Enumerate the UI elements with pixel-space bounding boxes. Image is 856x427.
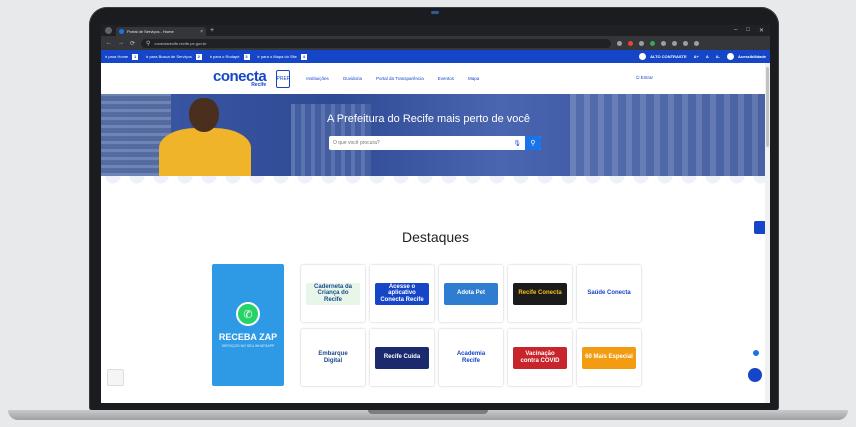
destaques-carousel: Caderneta da Criança do Recife Acesse o a… xyxy=(299,263,661,391)
tab-search-icon[interactable] xyxy=(105,27,112,34)
destaque-card-label: 60 Mais Especial xyxy=(582,346,636,369)
skip-link-sitemap[interactable]: ir para o Mapa do Site 4 xyxy=(258,53,307,60)
contrast-icon xyxy=(639,53,647,60)
login-link[interactable]: ⏻ Entrar xyxy=(636,75,653,80)
extension-icon[interactable] xyxy=(628,40,634,46)
font-increase-button[interactable]: A+ xyxy=(694,54,699,59)
menu-item-ouvidoria[interactable]: Ouvidoria xyxy=(343,76,362,81)
close-window-button[interactable]: ✕ xyxy=(759,27,764,34)
menu-item-eventos[interactable]: Eventos xyxy=(438,76,454,81)
main-menu: Instituições Ouvidoria Portal da Transpa… xyxy=(306,76,479,81)
destaque-card-label: Recife Conecta xyxy=(513,282,567,305)
tab-title: Portal de Serviços - Home xyxy=(127,29,174,34)
skip-link-home[interactable]: ir para Home 1 xyxy=(105,53,139,60)
extension-icon[interactable] xyxy=(617,40,623,46)
skip-link-footer[interactable]: ir para o Rodapé 3 xyxy=(210,53,250,60)
scene: Portal de Serviços - Home × + – □ ✕ ← → … xyxy=(0,0,856,427)
font-decrease-button[interactable]: A- xyxy=(716,54,720,59)
url-text: conectarecife.recife.pe.gov.br xyxy=(154,40,207,46)
accessibility-link[interactable]: Acessibilidade xyxy=(726,53,766,60)
reload-icon[interactable]: ⟳ xyxy=(130,40,135,47)
new-tab-icon[interactable]: + xyxy=(210,27,214,34)
destaque-card[interactable]: Adota Pet xyxy=(439,265,503,322)
destaque-card[interactable]: Caderneta da Criança do Recife xyxy=(301,265,365,322)
conecta-logo[interactable]: conecta Recife xyxy=(213,67,267,88)
destaque-card[interactable]: Vacinação contra COVID xyxy=(508,329,572,386)
extensions-area xyxy=(617,40,700,46)
search-input[interactable] xyxy=(329,137,510,149)
destaque-card[interactable]: Embarque Digital xyxy=(301,329,365,386)
site-info-icon[interactable]: ⚲ xyxy=(146,40,150,47)
destaque-card-label: Adota Pet xyxy=(444,282,498,305)
menu-item-instituicoes[interactable]: Instituições xyxy=(306,76,329,81)
destaque-card[interactable]: Recife Conecta xyxy=(508,265,572,322)
scrollbar-thumb[interactable] xyxy=(766,67,769,147)
contrast-toggle[interactable]: ALTO CONTRASTE xyxy=(639,53,687,60)
accessibility-bar: ir para Home 1 ir para Busca de Serviços 2… xyxy=(101,50,770,63)
logo-main: conecta xyxy=(213,67,267,85)
extension-icon[interactable] xyxy=(639,40,645,46)
forward-icon[interactable]: → xyxy=(118,40,124,46)
maximize-button[interactable]: □ xyxy=(746,27,750,34)
destaque-card-label: Acesse o aplicativo Conecta Recife xyxy=(375,282,429,305)
destaque-card-label: Vacinação contra COVID xyxy=(513,346,567,369)
receba-zap-card[interactable]: ✆ RECEBA ZAP SERVIÇOS NO SEU WHATSAPP xyxy=(212,264,284,386)
chat-float-button[interactable] xyxy=(751,348,761,358)
window-controls: – □ ✕ xyxy=(734,27,770,34)
skip-link-search[interactable]: ir para Busca de Serviços 2 xyxy=(146,53,202,60)
favicon-icon xyxy=(119,29,124,34)
destaque-card[interactable]: Recife Cuida xyxy=(370,329,434,386)
whatsapp-icon: ✆ xyxy=(236,302,260,326)
zap-title: RECEBA ZAP xyxy=(218,332,278,342)
font-reset-button[interactable]: A xyxy=(706,54,709,59)
destaque-card[interactable]: Academia Recife xyxy=(439,329,503,386)
wave-divider xyxy=(101,176,770,198)
destaque-card[interactable]: 60 Mais Especial xyxy=(577,329,641,386)
extension-icon[interactable] xyxy=(650,40,656,46)
destaque-card-label: Saúde Conecta xyxy=(582,282,636,305)
destaque-card[interactable]: Saúde Conecta xyxy=(577,265,641,322)
browser-tab[interactable]: Portal de Serviços - Home × xyxy=(116,27,206,36)
prefeitura-badge[interactable]: PREF xyxy=(276,69,291,88)
hero-title: A Prefeitura do Recife mais perto de voc… xyxy=(327,113,530,125)
laptop-notch xyxy=(368,410,488,414)
destaque-card-label: Recife Cuida xyxy=(375,346,429,369)
extension-icon[interactable] xyxy=(661,40,667,46)
recaptcha-badge[interactable] xyxy=(107,369,124,386)
destaque-card-label: Embarque Digital xyxy=(306,346,360,369)
screen: Portal de Serviços - Home × + – □ ✕ ← → … xyxy=(101,25,770,403)
close-tab-icon[interactable]: × xyxy=(200,29,203,35)
hero-banner: A Prefeitura do Recife mais perto de voc… xyxy=(101,94,770,176)
minimize-button[interactable]: – xyxy=(734,27,737,34)
site-header: conecta Recife PREF Instituições Ouvidor… xyxy=(101,63,770,94)
accessibility-float-button[interactable] xyxy=(746,366,764,384)
destaque-card-label: Caderneta da Criança do Recife xyxy=(306,282,360,305)
tab-bar: Portal de Serviços - Home × + – □ ✕ xyxy=(101,25,770,36)
address-bar: ← → ⟳ ⚲ conectarecife.recife.pe.gov.br xyxy=(101,36,770,50)
logo-sub: Recife xyxy=(251,82,267,88)
menu-item-mapa[interactable]: Mapa xyxy=(468,76,479,81)
service-search: 🎙 ⚲ xyxy=(329,136,541,150)
extension-icon[interactable] xyxy=(672,40,678,46)
destaques-title: Destaques xyxy=(402,229,469,245)
back-icon[interactable]: ← xyxy=(106,40,112,46)
camera xyxy=(431,11,439,14)
accessibility-icon xyxy=(726,53,734,60)
search-button[interactable]: ⚲ xyxy=(525,136,541,150)
building-image xyxy=(570,94,770,176)
microphone-icon[interactable]: 🎙 xyxy=(509,140,525,147)
menu-item-transparencia[interactable]: Portal da Transparência xyxy=(376,76,424,81)
zap-subtitle: SERVIÇOS NO SEU WHATSAPP xyxy=(221,344,275,348)
menu-dots-icon[interactable] xyxy=(694,40,700,46)
profile-icon[interactable] xyxy=(683,40,689,46)
destaque-card[interactable]: Acesse o aplicativo Conecta Recife xyxy=(370,265,434,322)
destaque-card-label: Academia Recife xyxy=(444,346,498,369)
omnibox[interactable]: ⚲ conectarecife.recife.pe.gov.br xyxy=(141,38,612,48)
hero-person-image xyxy=(155,96,255,176)
